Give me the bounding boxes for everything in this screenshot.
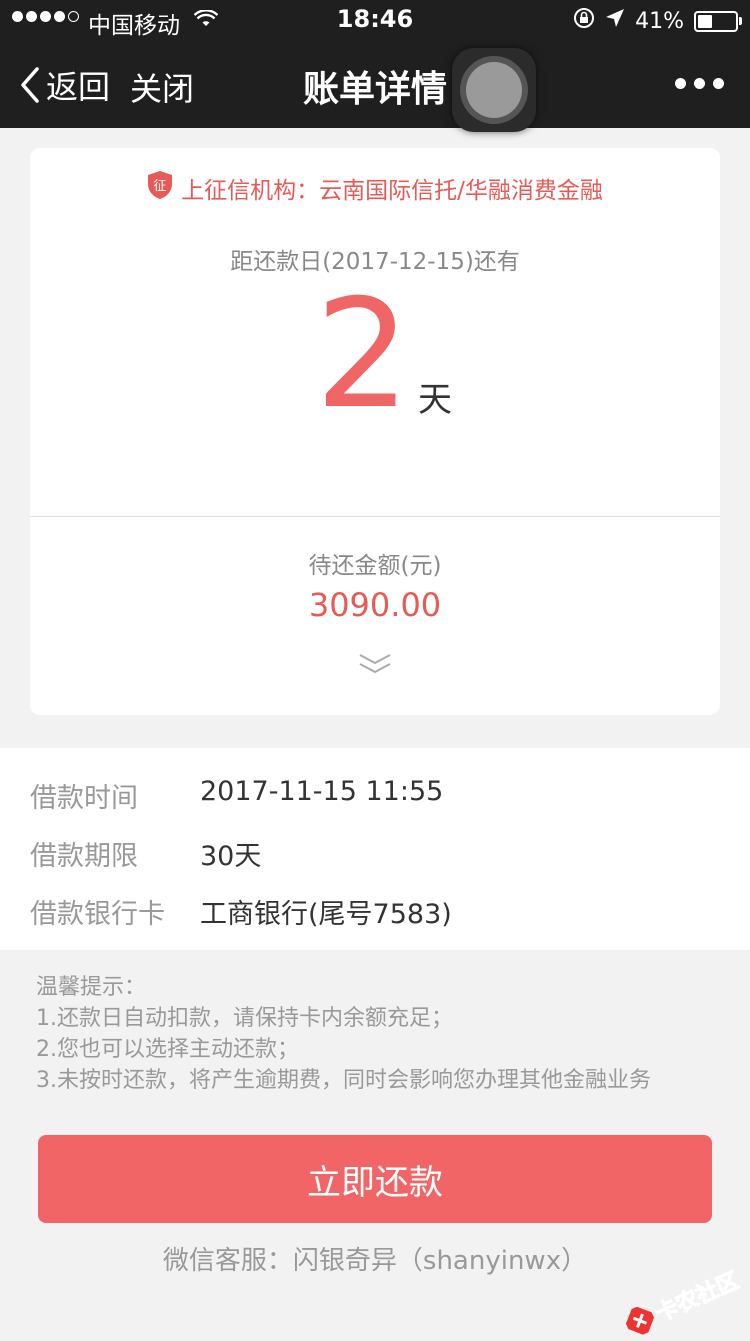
bill-summary-card: 征 上征信机构：云南国际信托/华融消费金融 距还款日(2017-12-15)还有… [30,148,720,715]
days-unit: 天 [418,380,452,420]
tip-line: 1.还款日自动扣款，请保持卡内余额充足； [36,1006,453,1031]
credit-badge-text: 征 [154,179,167,194]
credit-notice-text: 上征信机构：云南国际信托/华融消费金融 [181,178,603,204]
location-arrow-icon [605,8,625,34]
loan-info-value: 工商银行(尾号7583) [200,899,452,930]
tip-line: 3.未按时还款，将产生逾期费，同时会影响您办理其他金融业务 [36,1068,651,1093]
credit-notice: 征 上征信机构：云南国际信托/华融消费金融 [30,170,720,206]
status-right-group: 41% [573,7,742,35]
tip-line: 2.您也可以选择主动还款； [36,1037,299,1062]
battery-icon [694,10,742,32]
navigation-bar: 返回 关闭 账单详情 [0,40,750,132]
days-remaining: 2 [315,268,411,442]
repay-now-button[interactable]: 立即还款 [38,1135,712,1223]
loan-info-row: 借款银行卡 工商银行(尾号7583) [30,892,452,931]
battery-percent: 41% [635,8,684,34]
loan-info-key: 借款时间 [30,783,138,814]
assistive-touch-button[interactable] [452,48,536,132]
customer-service-text: 微信客服：闪银奇异（shanyinwx） [162,1246,588,1276]
loan-info-row: 借款时间 2017-11-15 11:55 [30,776,443,815]
more-options-button[interactable] [675,78,724,89]
due-amount: 3090.00 [308,586,442,624]
credit-shield-icon: 征 [147,170,173,206]
tips-title: 温馨提示： [36,975,147,1000]
top-bar: 中国移动 18:46 41% 返回 关闭 账单详情 [0,0,750,132]
loan-info-value: 2017-11-15 11:55 [200,776,444,807]
loan-info-section: 借款时间 2017-11-15 11:55 借款期限 30天 借款银行卡 工商银… [0,748,750,950]
expand-chevron-icon[interactable] [358,652,392,680]
tips-section: 温馨提示： 1.还款日自动扣款，请保持卡内余额充足； 2.您也可以选择主动还款；… [36,972,651,1096]
loan-info-value: 30天 [200,841,262,872]
page-title: 账单详情 [302,69,447,110]
loan-info-key: 借款银行卡 [30,899,165,930]
due-amount-label: 待还金额(元) [308,553,442,579]
orientation-lock-icon [573,7,595,35]
loan-info-key: 借款期限 [30,841,138,872]
divider [30,516,720,517]
loan-info-row: 借款期限 30天 [30,834,261,873]
status-bar: 中国移动 18:46 41% [0,0,750,40]
